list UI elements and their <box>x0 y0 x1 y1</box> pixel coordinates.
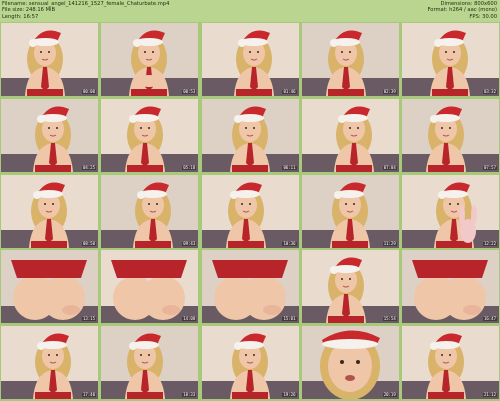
timestamp-label: 16:47 <box>482 316 497 322</box>
file-info-left: Filename: sensual_angel_141216_1527_fema… <box>2 1 169 20</box>
video-thumbnail: 00:00 <box>1 23 98 96</box>
timestamp-label: 02:39 <box>382 89 397 94</box>
video-thumbnail: 18:33 <box>101 326 199 399</box>
video-thumbnail: 16:47 <box>402 250 499 324</box>
timestamp-label: 15:01 <box>282 316 297 322</box>
video-thumbnail: 00:53 <box>101 23 199 96</box>
video-thumbnail: 01:46 <box>201 23 299 96</box>
timestamp-label: 09:43 <box>182 240 197 246</box>
thumbnail-figure <box>29 181 69 248</box>
thumbnail-figure <box>319 330 380 399</box>
thumbnail-grid: 00:00 00:53 01:46 02:39 03:32 04:25 05:18 06:11… <box>1 23 499 399</box>
file-info-right: Dimensions: 800x600 Format: h264 / aac (… <box>427 1 497 20</box>
thumbnail-figure <box>233 30 274 96</box>
thumbnail-figure <box>129 30 170 96</box>
video-thumbnail: 03:32 <box>402 23 499 96</box>
video-thumbnail: 07:04 <box>301 98 399 172</box>
timestamp-label: 07:57 <box>482 164 497 170</box>
timestamp-label: 17:40 <box>81 392 96 397</box>
thumbnail-figure <box>11 260 87 321</box>
thumbnail-figure <box>325 30 366 96</box>
video-thumbnail: 08:50 <box>1 174 98 248</box>
video-thumbnail: 09:43 <box>101 174 199 248</box>
thumbnail-figure <box>33 106 73 172</box>
thumbnail-figure <box>426 333 466 399</box>
thumbnail-figure <box>125 333 166 399</box>
video-thumbnail: 07:57 <box>402 98 499 172</box>
thumbnail-figure <box>412 260 488 321</box>
format-text: Format: h264 / aac (mono) <box>427 7 497 14</box>
length-text: Length: 16:57 <box>2 13 39 20</box>
thumbnail-figure <box>329 181 370 248</box>
video-thumbnail: 04:25 <box>1 98 98 172</box>
video-thumbnail: 19:26 <box>201 326 299 399</box>
thumbnail-figure <box>133 181 174 248</box>
thumbnail-figure <box>211 260 288 321</box>
timestamp-label: 05:18 <box>182 164 197 170</box>
video-thumbnail: 20:19 <box>301 326 399 399</box>
timestamp-label: 08:50 <box>81 240 96 246</box>
timestamp-label: 06:11 <box>282 164 297 170</box>
video-thumbnail: 17:40 <box>1 326 98 399</box>
thumbnail-figure <box>125 106 166 172</box>
thumbnail-figure <box>434 181 477 248</box>
thumbnail-figure <box>225 181 266 248</box>
timestamp-label: 01:46 <box>282 89 297 94</box>
video-thumbnail: 02:39 <box>301 23 399 96</box>
timestamp-label: 00:00 <box>81 89 96 94</box>
video-thumbnail: 10:36 <box>201 174 299 248</box>
video-thumbnail: 21:12 <box>402 326 499 399</box>
video-thumbnail: 15:01 <box>201 250 299 324</box>
fps-text: FPS: 30.00 <box>469 13 497 20</box>
info-header: Filename: sensual_angel_141216_1527_fema… <box>0 0 500 22</box>
thumbnail-figure <box>229 106 270 172</box>
timestamp-label: 13:15 <box>81 316 96 322</box>
video-thumbnail: 06:11 <box>201 98 299 172</box>
thumbnail-figure <box>325 257 366 324</box>
timestamp-label: 11:29 <box>382 240 397 246</box>
thumbnail-figure <box>229 333 270 399</box>
timestamp-label: 03:32 <box>482 89 497 94</box>
timestamp-label: 21:12 <box>482 392 497 397</box>
video-thumbnail: 12:22 <box>402 174 499 248</box>
thumbnail-figure <box>333 106 374 172</box>
timestamp-label: 04:25 <box>81 164 96 170</box>
timestamp-label: 10:36 <box>282 240 297 246</box>
thumbnail-figure <box>426 106 466 172</box>
timestamp-label: 14:08 <box>182 316 197 322</box>
thumbnail-figure <box>25 30 65 96</box>
thumbnail-figure <box>33 333 73 399</box>
video-thumbnail: 05:18 <box>101 98 199 172</box>
video-thumbnail: 15:54 <box>301 250 399 324</box>
video-thumbnail: 11:29 <box>301 174 399 248</box>
timestamp-label: 15:54 <box>382 316 397 322</box>
timestamp-label: 20:19 <box>382 392 397 397</box>
thumbnail-figure <box>111 260 188 321</box>
timestamp-label: 19:26 <box>282 392 297 397</box>
timestamp-label: 00:53 <box>182 89 197 94</box>
timestamp-label: 18:33 <box>182 392 197 397</box>
video-thumbnail: 13:15 <box>1 250 98 324</box>
timestamp-label: 07:04 <box>382 164 397 170</box>
video-thumbnail: 14:08 <box>101 250 199 324</box>
thumbnail-figure <box>430 30 470 96</box>
timestamp-label: 12:22 <box>482 240 497 246</box>
